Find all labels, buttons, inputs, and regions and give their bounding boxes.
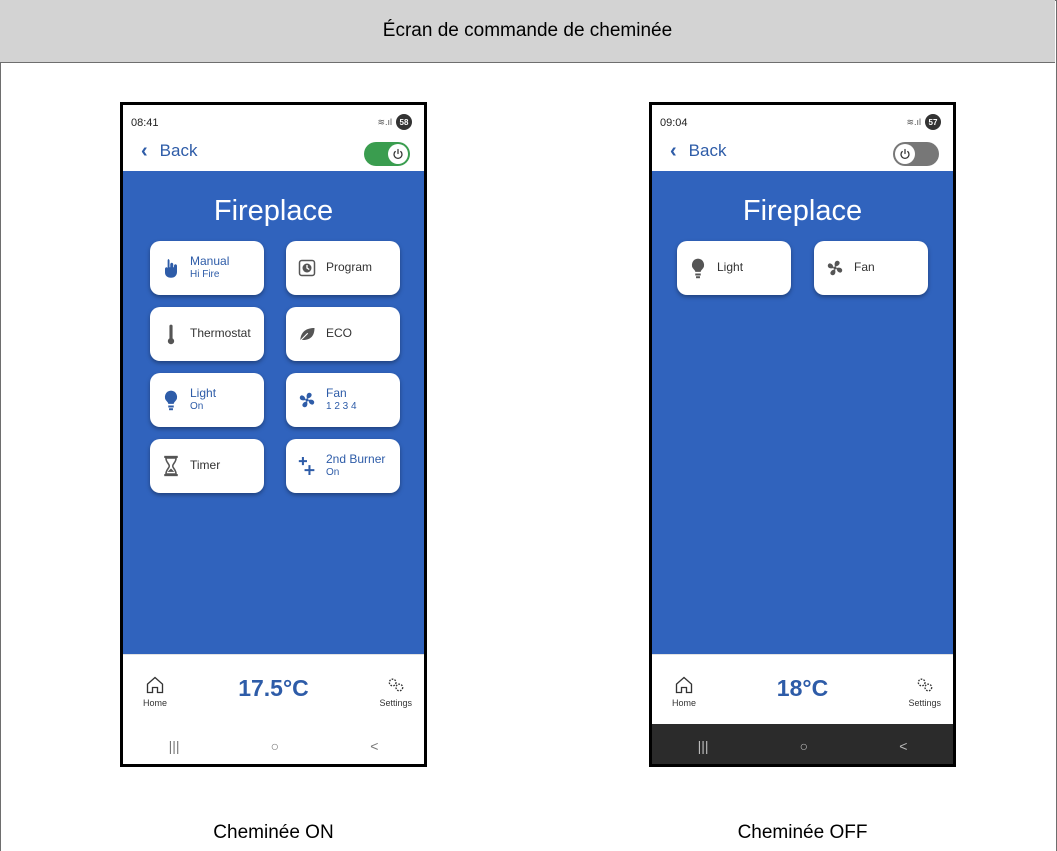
tile-light[interactable]: Light: [677, 241, 791, 295]
tile-second-burner-label: 2nd Burner: [326, 452, 386, 467]
tile-eco-label: ECO: [326, 326, 353, 341]
lightbulb-icon: [689, 257, 707, 279]
battery-icon: 58: [396, 114, 412, 130]
hourglass-icon: [162, 455, 180, 477]
system-nav-bar: ||| ○ <: [123, 724, 424, 764]
power-toggle[interactable]: [893, 142, 939, 166]
back-button[interactable]: ‹ Back: [670, 141, 726, 161]
tile-program[interactable]: Program: [286, 241, 400, 295]
caption-off: Cheminée OFF: [737, 822, 868, 843]
program-clock-icon: [298, 257, 316, 279]
recent-apps-button[interactable]: |||: [169, 738, 180, 754]
tile-manual[interactable]: Manual Hi Fire: [150, 241, 264, 295]
control-panel: Fireplace Light Fan: [652, 171, 953, 654]
screen-title: Fireplace: [742, 195, 863, 227]
fan-icon: [298, 389, 316, 411]
system-back-button[interactable]: <: [370, 738, 378, 754]
back-label: Back: [688, 141, 727, 160]
system-home-button[interactable]: ○: [800, 738, 808, 754]
bottom-bar: Home 17.5°C Settings: [123, 654, 424, 724]
tile-thermostat[interactable]: Thermostat: [150, 307, 264, 361]
thermometer-icon: [162, 323, 180, 345]
tile-fan-label: Fan: [854, 260, 875, 275]
status-time: 09:04: [660, 117, 688, 129]
nav-settings-label: Settings: [908, 698, 941, 708]
caption-on: Cheminée ON: [213, 822, 334, 843]
wifi-signal-icon: ≋.ıl: [906, 116, 921, 127]
system-home-button[interactable]: ○: [271, 738, 279, 754]
power-icon: [895, 144, 915, 164]
tile-light-label: Light: [717, 260, 744, 275]
tile-timer[interactable]: Timer: [150, 439, 264, 493]
gear-icon: [917, 678, 933, 692]
add-burner-icon: [298, 455, 316, 477]
top-bar: ‹ Back: [123, 135, 424, 171]
status-time: 08:41: [131, 117, 159, 129]
tile-timer-label: Timer: [190, 458, 221, 473]
tile-light[interactable]: Light On: [150, 373, 264, 427]
tile-eco[interactable]: ECO: [286, 307, 400, 361]
tile-second-burner[interactable]: 2nd Burner On: [286, 439, 400, 493]
page-header: Écran de commande de cheminée: [0, 0, 1055, 63]
tile-manual-status: Hi Fire: [190, 269, 220, 281]
lightbulb-icon: [162, 389, 180, 411]
bottom-bar: Home 18°C Settings: [652, 654, 953, 724]
back-button[interactable]: ‹ Back: [141, 141, 197, 161]
chevron-left-icon: ‹: [670, 140, 677, 162]
phone-fireplace-off: 09:04 ≋.ıl 57 ‹ Back Fireplace Light Fan…: [649, 102, 956, 767]
tile-light-status: On: [190, 401, 204, 413]
tile-fan-label: Fan: [326, 386, 347, 401]
tile-program-label: Program: [326, 260, 373, 275]
recent-apps-button[interactable]: |||: [698, 738, 709, 754]
tile-fan-speeds: 1 2 3 4: [326, 401, 357, 413]
chevron-left-icon: ‹: [141, 140, 148, 162]
nav-settings-button[interactable]: Settings: [908, 675, 941, 708]
top-bar: ‹ Back: [652, 135, 953, 171]
leaf-icon: [298, 323, 316, 345]
tile-light-label: Light: [190, 386, 217, 401]
control-panel: Fireplace Manual Hi Fire Program Thermos…: [123, 171, 424, 654]
power-toggle[interactable]: [364, 142, 410, 166]
fan-icon: [826, 257, 844, 279]
wifi-signal-icon: ≋.ıl: [377, 116, 392, 127]
tile-second-burner-status: On: [326, 467, 340, 479]
nav-settings-label: Settings: [379, 698, 412, 708]
system-back-button[interactable]: <: [899, 738, 907, 754]
battery-icon: 57: [925, 114, 941, 130]
tile-thermostat-label: Thermostat: [190, 326, 251, 341]
screen-title: Fireplace: [213, 195, 334, 227]
status-bar: 09:04 ≋.ıl 57: [652, 105, 953, 135]
status-bar: 08:41 ≋.ıl 58: [123, 105, 424, 135]
status-icons: ≋.ıl 57: [906, 114, 941, 130]
back-label: Back: [159, 141, 198, 160]
system-nav-bar: ||| ○ <: [652, 724, 953, 764]
tile-manual-label: Manual: [190, 254, 230, 269]
tile-fan[interactable]: Fan: [814, 241, 928, 295]
gear-icon: [388, 678, 404, 692]
power-icon: [388, 144, 408, 164]
phone-fireplace-on: 08:41 ≋.ıl 58 ‹ Back Fireplace Manual Hi…: [120, 102, 427, 767]
status-icons: ≋.ıl 58: [377, 114, 412, 130]
page-title: Écran de commande de cheminée: [382, 20, 673, 41]
nav-settings-button[interactable]: Settings: [379, 675, 412, 708]
tile-fan[interactable]: Fan 1 2 3 4: [286, 373, 400, 427]
hand-icon: [162, 257, 180, 279]
